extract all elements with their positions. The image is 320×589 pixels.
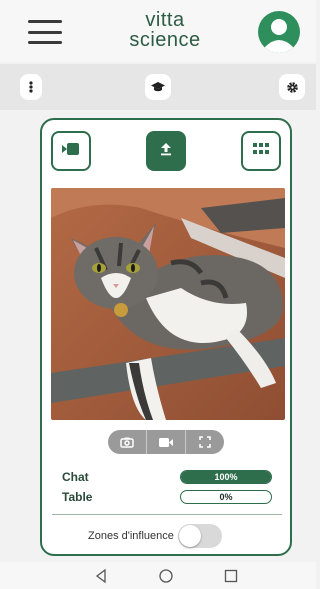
result-label: Table [62, 490, 93, 504]
zones-influence-toggle[interactable] [177, 524, 222, 548]
vittascience-logo[interactable]: vitta science [110, 10, 220, 54]
app-screen: vitta science Chat 100% Table 0% Zones d… [0, 0, 316, 589]
camera-controls [108, 430, 224, 454]
camera-icon[interactable] [108, 430, 147, 454]
vertical-dots-icon[interactable] [20, 74, 42, 100]
user-account-icon[interactable] [258, 11, 300, 53]
zones-influence-row: Zones d'influence [88, 523, 258, 549]
grid-icon [252, 142, 270, 161]
grid-button[interactable] [241, 131, 281, 171]
zones-influence-label: Zones d'influence [88, 530, 174, 542]
confidence-value: 100% [214, 472, 238, 482]
result-row-table: Table 0% [62, 488, 274, 506]
system-navigation-bar [0, 562, 316, 589]
back-triangle-icon[interactable] [91, 566, 111, 586]
graduation-cap-icon[interactable] [145, 74, 171, 100]
divider [52, 514, 282, 515]
upload-icon [159, 142, 173, 161]
confidence-value: 0% [219, 492, 233, 502]
toggle-knob [178, 525, 201, 547]
logo-line-2: science [129, 29, 201, 51]
recents-square-icon[interactable] [221, 566, 241, 586]
video-camera-icon[interactable] [147, 430, 186, 454]
upload-button[interactable] [146, 131, 186, 171]
fullscreen-icon[interactable] [186, 430, 224, 454]
home-circle-icon[interactable] [156, 566, 176, 586]
confidence-bar: 0% [180, 490, 272, 504]
logo-line-1: vitta [145, 9, 185, 31]
video-input-icon [61, 142, 81, 161]
hamburger-menu-icon[interactable] [28, 20, 62, 44]
top-app-bar: vitta science [0, 0, 316, 62]
video-input-button[interactable] [51, 131, 91, 171]
result-label: Chat [62, 470, 89, 484]
result-row-chat: Chat 100% [62, 468, 274, 486]
input-image [51, 188, 285, 420]
secondary-toolbar [0, 64, 316, 110]
classifier-card: Chat 100% Table 0% Zones d'influence [40, 118, 292, 556]
gear-icon[interactable] [279, 74, 305, 100]
confidence-bar: 100% [180, 470, 272, 484]
